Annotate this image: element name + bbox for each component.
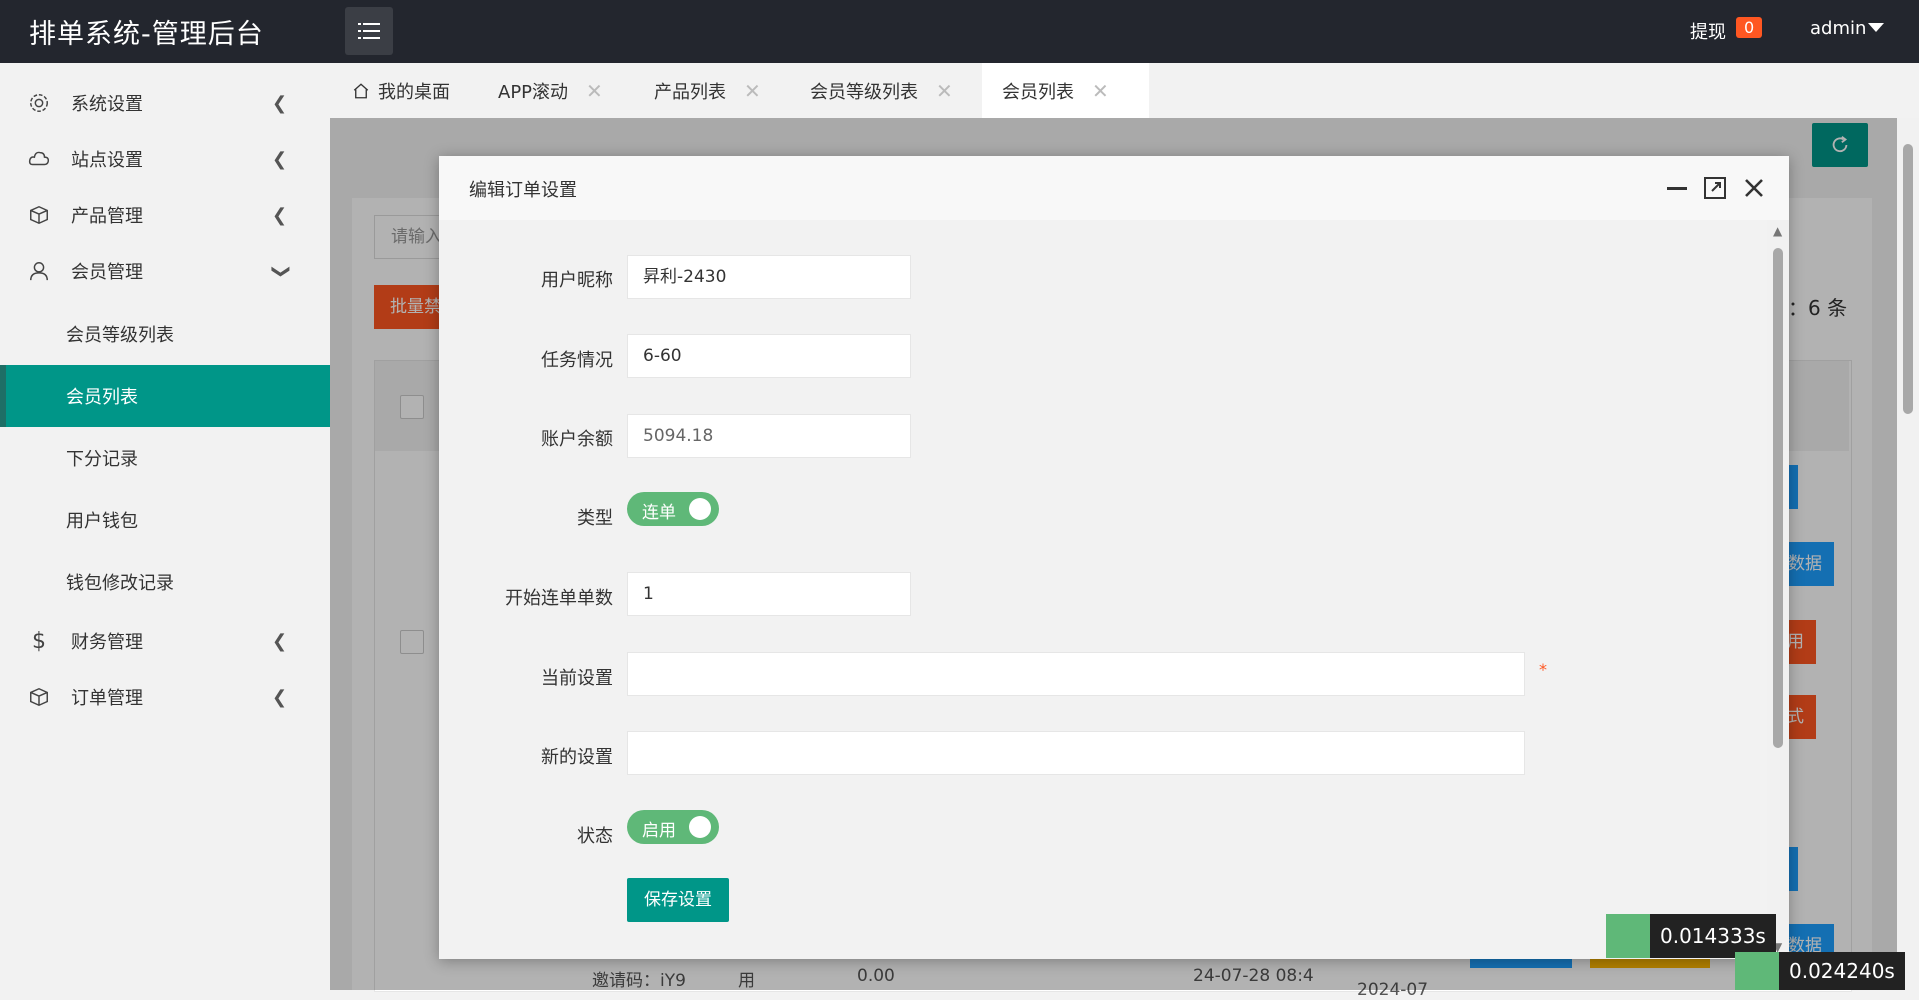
gear-icon [27,91,51,115]
withdraw-badge: 0 [1736,17,1763,38]
close-icon[interactable]: ✕ [586,79,603,103]
close-icon[interactable]: ✕ [936,79,953,103]
sidebar-sub-item-label: 钱包修改记录 [66,573,174,594]
scrollbar-thumb[interactable] [1773,248,1783,748]
sidebar-sub-item-down-records[interactable]: 下分记录 [0,427,330,489]
tab-label: APP滚动 [498,81,569,103]
sidebar-item-label: 产品管理 [71,206,143,227]
status-label: 状态 [577,826,613,847]
cloud-icon [27,147,51,171]
sidebar-item-product-management[interactable]: 产品管理 ❮ [0,187,330,243]
caret-down-icon[interactable] [1868,23,1884,32]
sidebar-sub-item-member-levels[interactable]: 会员等级列表 [0,303,330,365]
debug-timer: 0.024240s [1779,952,1905,990]
tab-label: 会员等级列表 [810,81,918,103]
required-mark: * [1539,660,1547,679]
type-toggle[interactable]: 连单 [627,492,719,526]
withdraw-link[interactable]: 提现 [1690,18,1726,44]
debug-logo-icon[interactable] [1606,914,1650,958]
tab-app-scroll[interactable]: APP滚动 ✕ [498,63,603,118]
save-settings-button[interactable]: 保存设置 [627,878,729,922]
close-icon[interactable]: ✕ [744,79,761,103]
task-field[interactable]: 6-60 [627,334,911,378]
edit-order-dialog: 编辑订单设置 用户昵称 昇利-2430 任务情况 6-60 账户余额 5094.… [439,156,1789,959]
top-bar: 排单系统-管理后台 提现 0 admin [0,0,1919,63]
debug-logo-icon[interactable] [1735,952,1779,990]
user-menu[interactable]: admin [1810,18,1866,39]
home-icon [353,82,369,98]
chevron-down-icon: ❮ [269,263,291,279]
chevron-left-icon: ❮ [272,92,288,114]
list-icon [358,23,380,39]
toggle-knob [689,498,711,520]
sidebar-item-site-settings[interactable]: 站点设置 ❮ [0,131,330,187]
sidebar-sub-item-label: 会员等级列表 [66,325,174,346]
new-setting-label: 新的设置 [541,747,613,768]
tab-label: 我的桌面 [378,81,450,103]
box-icon [27,203,51,227]
chevron-left-icon: ❮ [272,630,288,652]
sidebar-item-member-management[interactable]: 会员管理 ❮ [0,243,330,299]
close-icon[interactable] [1742,176,1766,200]
new-setting-field[interactable] [627,731,1525,775]
task-label: 任务情况 [541,350,613,371]
nickname-label: 用户昵称 [541,270,613,291]
dialog-header: 编辑订单设置 [439,156,1789,221]
page-scrollbar[interactable] [1897,118,1919,990]
chevron-left-icon: ❮ [272,686,288,708]
status-toggle[interactable]: 启用 [627,810,719,844]
minimize-icon[interactable] [1665,176,1689,200]
current-setting-field[interactable] [627,652,1525,696]
tab-bar: 我的桌面 APP滚动 ✕ 产品列表 ✕ 会员等级列表 ✕ 会员列表 ✕ [330,63,1919,119]
type-label: 类型 [577,508,613,529]
sidebar-item-label: 系统设置 [71,94,143,115]
toggle-knob [689,816,711,838]
sidebar-item-order-management[interactable]: 订单管理 ❮ [0,669,330,725]
box-icon [27,685,51,709]
tab-label: 产品列表 [654,81,726,103]
current-setting-label: 当前设置 [541,668,613,689]
sidebar-item-label: 会员管理 [71,262,143,283]
toggle-text: 启用 [642,821,676,841]
nickname-field[interactable]: 昇利-2430 [627,255,911,299]
toggle-text: 连单 [642,503,676,523]
sidebar-sub-item-member-list[interactable]: 会员列表 [0,365,330,427]
close-icon[interactable]: ✕ [1092,79,1109,103]
sidebar-item-finance-management[interactable]: $ 财务管理 ❮ [0,613,330,669]
maximize-icon[interactable] [1703,176,1727,200]
tab-product-list[interactable]: 产品列表 ✕ [654,63,761,118]
start-count-field[interactable]: 1 [627,572,911,616]
sidebar-item-system-settings[interactable]: 系统设置 ❮ [0,75,330,131]
sidebar-sub-item-user-wallet[interactable]: 用户钱包 [0,489,330,551]
sidebar-sub-item-label: 用户钱包 [66,511,138,532]
user-icon [27,259,51,283]
sidebar-item-label: 订单管理 [71,688,143,709]
balance-label: 账户余额 [541,429,613,450]
dialog-title: 编辑订单设置 [469,180,577,201]
balance-field[interactable]: 5094.18 [627,414,911,458]
sidebar: 系统设置 ❮ 站点设置 ❮ 产品管理 ❮ 会员管理 ❮ 会员等级列表 会员列表 … [0,63,330,990]
dialog-body: 用户昵称 昇利-2430 任务情况 6-60 账户余额 5094.18 类型 连… [439,220,1767,959]
sidebar-item-label: 站点设置 [71,150,143,171]
chevron-left-icon: ❮ [272,148,288,170]
scrollbar-thumb[interactable] [1903,144,1913,414]
sidebar-item-label: 财务管理 [71,632,143,653]
scroll-up-icon[interactable]: ▲ [1773,224,1782,238]
tab-member-levels[interactable]: 会员等级列表 ✕ [810,63,953,118]
sidebar-sub-item-label: 会员列表 [66,387,138,408]
tab-member-list[interactable]: 会员列表 ✕ [982,63,1149,118]
tab-label: 会员列表 [1002,81,1074,103]
chevron-left-icon: ❮ [272,204,288,226]
app-title: 排单系统-管理后台 [29,19,264,50]
start-count-label: 开始连单单数 [505,588,613,609]
menu-toggle-button[interactable] [345,7,393,55]
sidebar-sub-item-label: 下分记录 [66,449,138,470]
tab-desktop[interactable]: 我的桌面 [352,63,450,118]
sidebar-sub-item-wallet-changes[interactable]: 钱包修改记录 [0,551,330,613]
dollar-icon: $ [32,628,46,654]
